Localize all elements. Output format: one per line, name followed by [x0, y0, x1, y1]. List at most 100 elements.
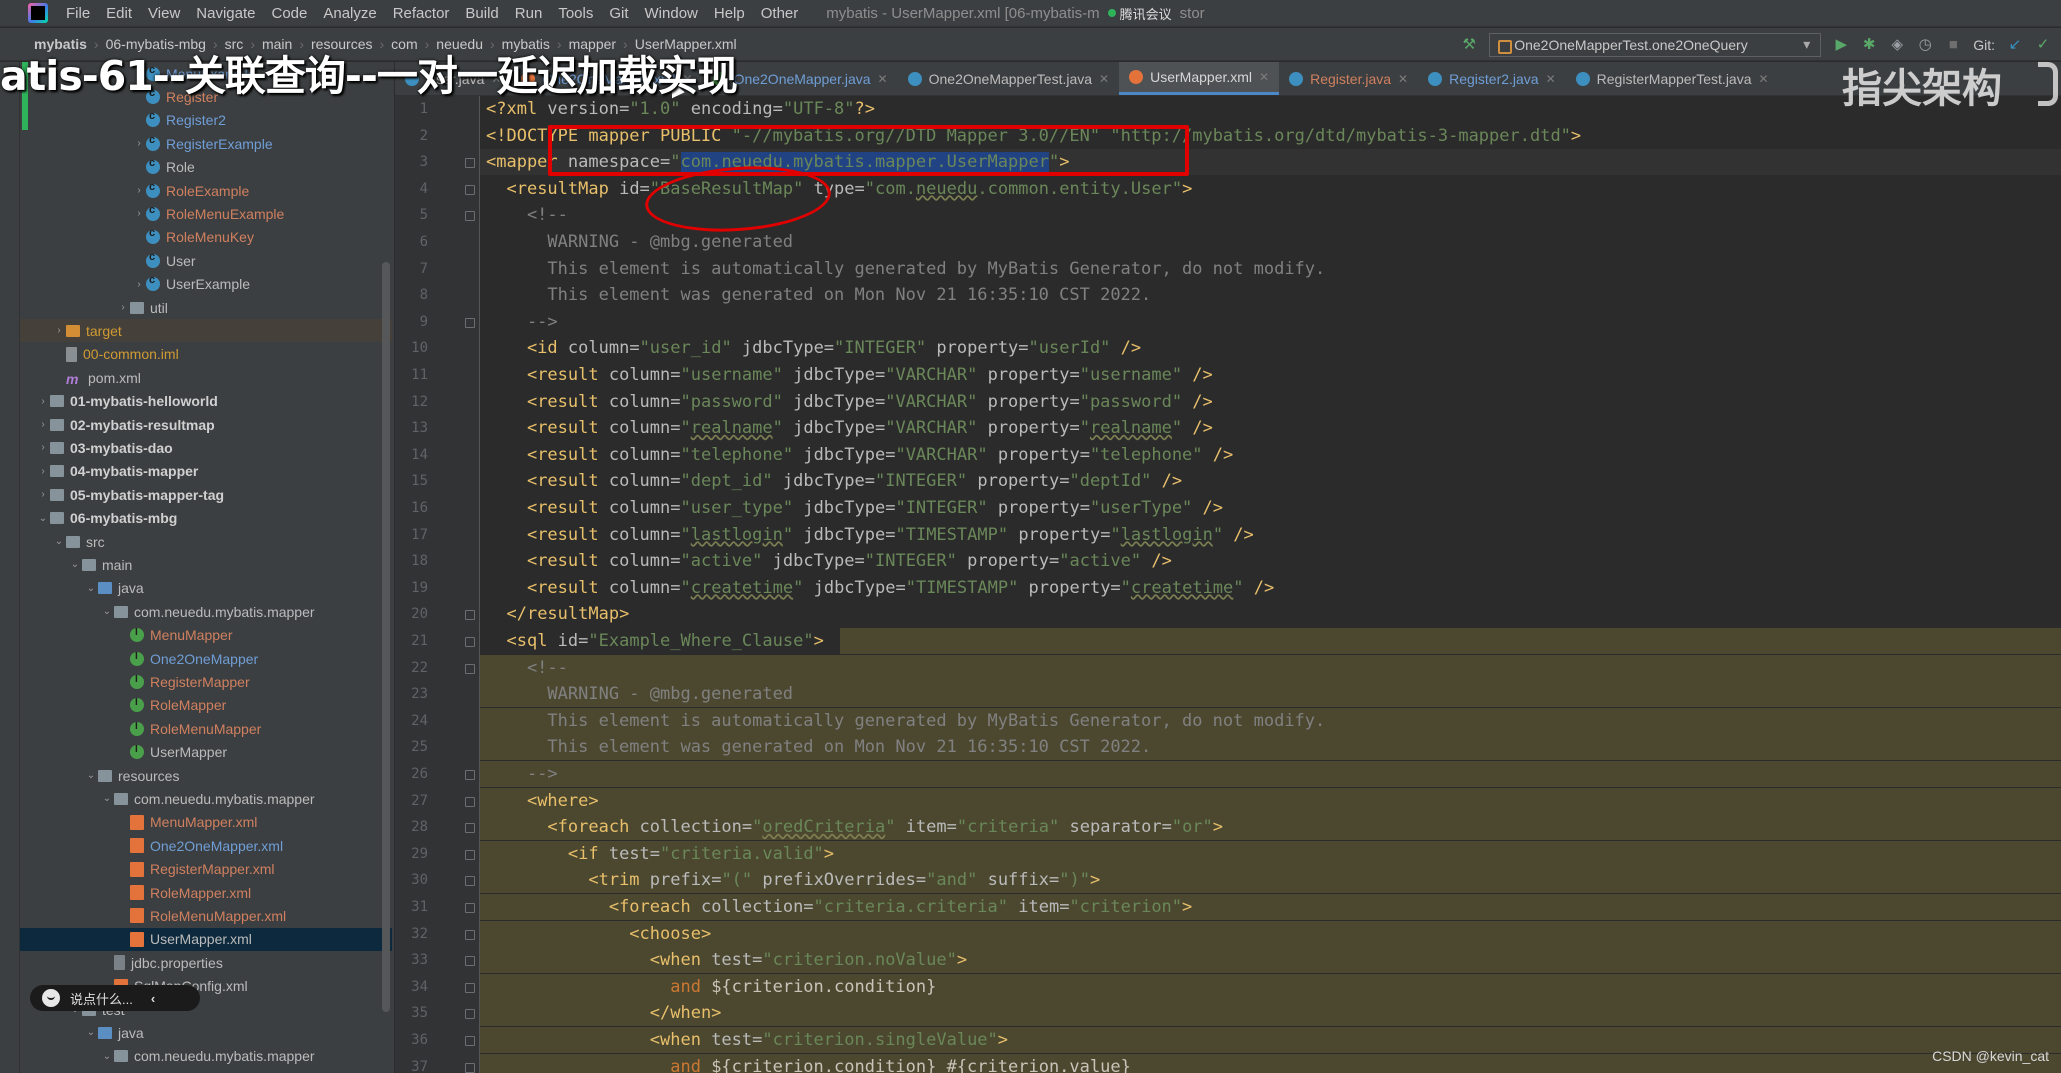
tree-item[interactable]: › UserExample: [20, 273, 392, 296]
chevron-down-icon[interactable]: ⌄: [100, 793, 114, 804]
fold-marker-icon[interactable]: [465, 982, 475, 993]
close-icon[interactable]: ✕: [1546, 72, 1556, 86]
tree-item[interactable]: 00-common.iml: [20, 343, 392, 366]
close-icon[interactable]: ✕: [1398, 72, 1408, 86]
chevron-down-icon[interactable]: ⌄: [84, 583, 98, 594]
code-line[interactable]: <trim prefix="(" prefixOverrides="and" s…: [480, 867, 2061, 894]
fold-marker-icon[interactable]: [465, 876, 475, 887]
menu-item-git[interactable]: Git: [601, 5, 636, 22]
code-line[interactable]: -->: [480, 309, 2061, 335]
chevron-down-icon[interactable]: ⌄: [84, 770, 98, 781]
code-line[interactable]: This element is automatically generated …: [480, 707, 2061, 734]
tree-item[interactable]: ⌄ java: [20, 1021, 392, 1044]
tree-item[interactable]: RoleMenuMapper: [20, 717, 392, 740]
tree-item[interactable]: MenuMapper: [20, 624, 392, 647]
fold-marker-icon[interactable]: [465, 956, 475, 967]
tree-item[interactable]: One2OneMapper: [20, 647, 392, 670]
tree-item[interactable]: › RegisterExample: [20, 132, 392, 155]
code-line[interactable]: <result column="createtime" jdbcType="TI…: [480, 575, 2061, 601]
fold-marker-icon[interactable]: [465, 610, 475, 621]
code-line[interactable]: <result column="password" jdbcType="VARC…: [480, 389, 2061, 415]
code-line[interactable]: <when test="criterion.singleValue">: [480, 1027, 2061, 1053]
menu-item-view[interactable]: View: [140, 5, 188, 22]
code-line[interactable]: <result column="active" jdbcType="INTEGE…: [480, 548, 2061, 574]
chevron-right-icon[interactable]: ›: [36, 489, 50, 500]
menu-item-window[interactable]: Window: [637, 5, 706, 22]
code-line[interactable]: <foreach collection="criteria.criteria" …: [480, 894, 2061, 920]
build-hammer-icon[interactable]: ⚒: [1461, 36, 1477, 53]
code-line[interactable]: <result column="realname" jdbcType="VARC…: [480, 415, 2061, 441]
tree-item[interactable]: ⌄ com.neuedu.mybatis.mapper: [20, 1045, 392, 1068]
menu-item-analyze[interactable]: Analyze: [315, 5, 384, 22]
fold-marker-icon[interactable]: [465, 1036, 475, 1046]
tree-item[interactable]: RegisterMapper.xml: [20, 858, 392, 881]
chevron-down-icon[interactable]: ⌄: [84, 1027, 98, 1038]
close-icon[interactable]: ✕: [1099, 72, 1109, 86]
tree-item[interactable]: MenuMapper.xml: [20, 811, 392, 834]
chevron-right-icon[interactable]: ›: [52, 325, 66, 336]
code-line[interactable]: <sql id="Example_Where_Clause">: [480, 628, 2061, 654]
tree-item[interactable]: › RoleMenuExample: [20, 202, 392, 225]
chevron-right-icon[interactable]: ›: [36, 396, 50, 407]
menu-item-file[interactable]: File: [58, 5, 98, 22]
tree-item[interactable]: ⌄ com.neuedu.mybatis.mapper: [20, 787, 392, 810]
editor-tab[interactable]: Register2.java ✕: [1418, 62, 1566, 95]
code-line[interactable]: <foreach collection="oredCriteria" item=…: [480, 814, 2061, 841]
code-line[interactable]: </resultMap>: [480, 601, 2061, 627]
menu-item-code[interactable]: Code: [263, 5, 315, 22]
editor-tab[interactable]: One2OneMapperTest.java ✕: [898, 62, 1120, 95]
project-scrollbar[interactable]: [382, 262, 390, 1012]
run-config-select[interactable]: One2OneMapperTest.one2OneQuery ▾: [1489, 32, 1822, 57]
close-icon[interactable]: ✕: [878, 72, 888, 86]
tree-item[interactable]: UserMapper.xml: [20, 927, 392, 951]
code-line[interactable]: and ${criterion.condition} #{criterion.v…: [480, 1053, 2061, 1073]
code-line[interactable]: This element is automatically generated …: [480, 256, 2061, 282]
vcs-update-icon[interactable]: ↙: [2007, 36, 2023, 53]
fold-marker-icon[interactable]: [465, 770, 475, 780]
tree-item[interactable]: ⌄ java: [20, 577, 392, 600]
chevron-right-icon[interactable]: ›: [36, 466, 50, 477]
chevron-down-icon[interactable]: ⌄: [52, 536, 66, 547]
chevron-right-icon[interactable]: ›: [116, 302, 130, 313]
editor-tab[interactable]: UserMapper.xml ✕: [1119, 62, 1280, 95]
close-icon[interactable]: ✕: [1759, 72, 1769, 86]
tree-item[interactable]: jdbc.properties: [20, 951, 392, 974]
code-line[interactable]: -->: [480, 761, 2061, 787]
code-line[interactable]: <where>: [480, 787, 2061, 814]
tree-item[interactable]: ⌄ 06-mybatis-mbg: [20, 507, 392, 530]
code-line[interactable]: </when>: [480, 1000, 2061, 1027]
menu-item-navigate[interactable]: Navigate: [188, 5, 263, 22]
tree-item[interactable]: RegisterMapper: [20, 670, 392, 693]
tree-item[interactable]: › util: [20, 296, 392, 319]
code-line[interactable]: <id column="user_id" jdbcType="INTEGER" …: [480, 335, 2061, 361]
fold-marker-icon[interactable]: [465, 823, 475, 834]
run-icon[interactable]: ▶: [1833, 36, 1849, 53]
tree-item[interactable]: ⌄ main: [20, 553, 392, 576]
fold-marker-icon[interactable]: [465, 796, 475, 807]
chevron-right-icon[interactable]: ›: [132, 138, 146, 149]
fold-marker-icon[interactable]: [465, 1009, 475, 1020]
tree-item[interactable]: ⌄ resources: [20, 764, 392, 787]
fold-marker-icon[interactable]: [465, 849, 475, 860]
chevron-down-icon[interactable]: ⌄: [100, 1051, 114, 1062]
coverage-icon[interactable]: ◈: [1889, 36, 1905, 53]
chevron-down-icon[interactable]: ⌄: [100, 606, 114, 617]
tree-item[interactable]: › 01-mybatis-helloworld: [20, 390, 392, 413]
menu-item-other[interactable]: Other: [753, 5, 807, 22]
meeting-indicator[interactable]: 腾讯会议: [1107, 4, 1172, 23]
code-line[interactable]: <if test="criteria.valid">: [480, 840, 2061, 867]
tree-item[interactable]: RoleMapper.xml: [20, 881, 392, 904]
tree-item[interactable]: › RoleExample: [20, 179, 392, 202]
code-line[interactable]: This element was generated on Mon Nov 21…: [480, 282, 2061, 308]
code-line[interactable]: and ${criterion.condition}: [480, 973, 2061, 1000]
vcs-commit-icon[interactable]: ✓: [2035, 36, 2051, 53]
tree-item[interactable]: › 04-mybatis-mapper: [20, 460, 392, 483]
fold-marker-icon[interactable]: [465, 929, 475, 940]
code-line[interactable]: <result column="username" jdbcType="VARC…: [480, 362, 2061, 388]
tree-item[interactable]: RoleMenuKey: [20, 226, 392, 249]
tree-item[interactable]: Register2: [20, 109, 392, 132]
chevron-right-icon[interactable]: ›: [132, 208, 146, 219]
fold-marker-icon[interactable]: [465, 637, 475, 647]
chevron-right-icon[interactable]: ›: [36, 419, 50, 430]
profile-icon[interactable]: ◷: [1917, 36, 1933, 53]
